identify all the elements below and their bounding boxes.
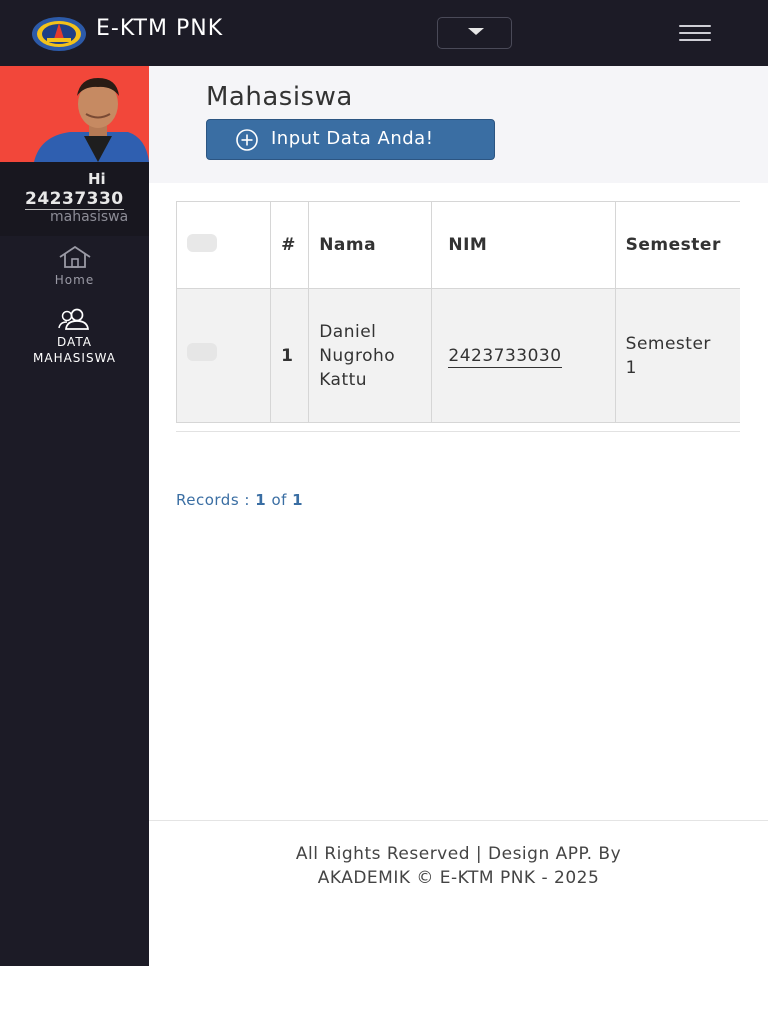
records-count: Records : 1 of 1 xyxy=(176,491,304,509)
sidebar-item-label: Home xyxy=(54,273,95,287)
nim-link[interactable]: 2423733030 xyxy=(448,345,562,368)
input-data-label: Input Data Anda! xyxy=(271,128,434,149)
table-divider xyxy=(176,431,740,432)
input-data-button[interactable]: Input Data Anda! xyxy=(206,119,495,160)
row-nama: Daniel Nugroho Kattu xyxy=(308,288,433,423)
caret-down-icon xyxy=(468,28,484,35)
user-info: Hi 24237330 mahasiswa xyxy=(0,162,149,236)
users-icon xyxy=(57,308,89,330)
home-icon xyxy=(59,245,90,268)
sidebar-item-data-mahasiswa[interactable]: DATA MAHASISWA xyxy=(0,308,149,366)
col-header-number: # xyxy=(270,201,310,289)
table-row: 1 Daniel Nugroho Kattu 2423733030 Semest… xyxy=(176,288,740,423)
col-header-nim[interactable]: NIM xyxy=(431,201,616,289)
table-header-row: # Nama NIM Semester xyxy=(176,201,740,289)
footer-divider xyxy=(149,820,768,821)
dropdown-button[interactable] xyxy=(437,17,512,49)
data-table: # Nama NIM Semester 1 Daniel Nugroho Kat… xyxy=(176,201,740,432)
sidebar: Hi 24237330 mahasiswa Home DATA MAHASISW… xyxy=(0,66,149,966)
select-all-checkbox-cell xyxy=(176,201,272,289)
row-checkbox-cell xyxy=(176,288,272,423)
sidebar-item-home[interactable]: Home xyxy=(0,245,149,287)
user-id-link[interactable]: 24237330 xyxy=(25,189,124,210)
row-checkbox[interactable] xyxy=(187,343,217,361)
plus-circle-icon xyxy=(236,129,258,151)
campus-logo-icon[interactable] xyxy=(31,15,87,53)
row-number: 1 xyxy=(270,288,310,423)
footer-line-2: AKADEMIK © E-KTM PNK - 2025 xyxy=(317,868,600,888)
page-title: Mahasiswa xyxy=(206,82,353,112)
sidebar-item-label-line2: MAHASISWA xyxy=(33,351,116,365)
avatar xyxy=(0,66,149,162)
row-nim: 2423733030 xyxy=(431,288,616,423)
user-role: mahasiswa xyxy=(50,209,129,225)
hamburger-icon[interactable] xyxy=(679,25,711,41)
sidebar-item-label-line1: DATA xyxy=(57,335,92,349)
select-all-checkbox[interactable] xyxy=(187,233,217,252)
top-navbar: E-KTM PNK xyxy=(0,0,768,66)
footer: All Rights Reserved | Design APP. By AKA… xyxy=(149,842,768,890)
footer-line-1: All Rights Reserved | Design APP. By xyxy=(295,844,622,864)
app-brand[interactable]: E-KTM PNK xyxy=(96,16,223,41)
row-semester: Semester 1 xyxy=(614,288,740,423)
page-header: Mahasiswa Input Data Anda! xyxy=(149,66,768,183)
col-header-semester[interactable]: Semester xyxy=(614,201,740,289)
col-header-nama[interactable]: Nama xyxy=(308,201,433,289)
